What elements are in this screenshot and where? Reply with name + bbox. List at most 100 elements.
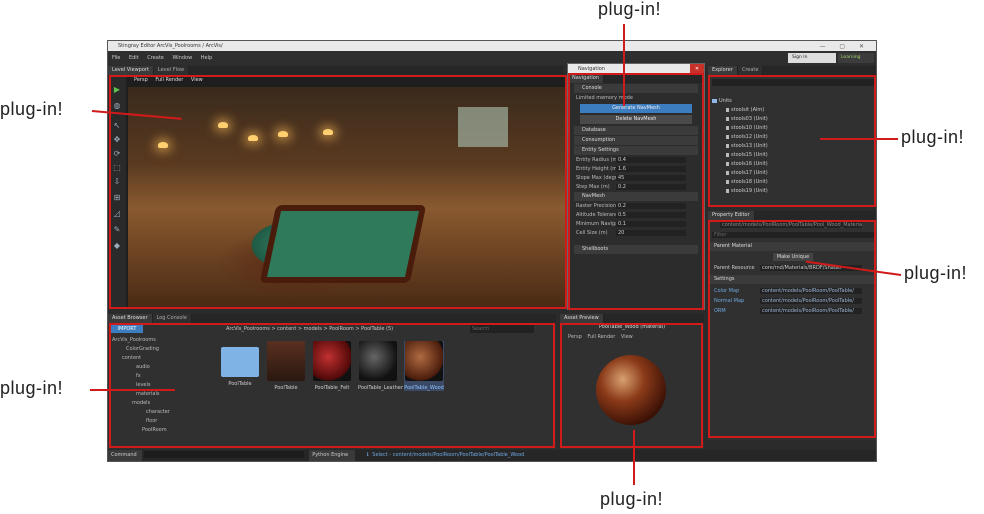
tab-level-viewport[interactable]: Level Viewport xyxy=(108,66,154,75)
tree-item[interactable]: content xyxy=(112,355,198,364)
persp-toggle[interactable]: Persp xyxy=(134,77,148,83)
tree-item[interactable]: fx xyxy=(112,373,198,382)
python-engine-dropdown[interactable]: Python Engine xyxy=(309,450,356,461)
menu-file[interactable]: File xyxy=(112,55,120,61)
tree-item[interactable]: models xyxy=(112,400,198,409)
rotate-icon[interactable]: ⟳ xyxy=(112,149,122,159)
section-console[interactable]: Console xyxy=(574,84,698,93)
tree-item[interactable]: stools19 (Unit) xyxy=(712,187,874,196)
tab-level-flow[interactable]: Level Flow xyxy=(153,66,190,75)
field-value[interactable]: 0.2 xyxy=(616,203,686,209)
learning-button[interactable]: Learning xyxy=(838,53,874,63)
play-icon[interactable]: ▶ xyxy=(112,85,122,95)
asset-item[interactable]: PoolTable_Felt xyxy=(312,341,352,391)
orm-value[interactable]: content/models/PoolRoom/PoolTable/ xyxy=(760,308,862,314)
view-menu[interactable]: View xyxy=(621,334,633,340)
explorer-filter[interactable] xyxy=(712,79,874,86)
gamepad-icon[interactable]: ◍ xyxy=(112,101,122,111)
asset-item[interactable]: PoolTable_Leather xyxy=(358,341,403,391)
property-filter[interactable]: Filter xyxy=(708,230,876,240)
menu-create[interactable]: Create xyxy=(147,55,164,61)
tab-property-editor[interactable]: Property Editor xyxy=(708,211,755,220)
color-map-value[interactable]: content/models/PoolRoom/PoolTable/ xyxy=(760,288,862,294)
section-navmesh[interactable]: NavMesh xyxy=(574,192,698,201)
tree-item[interactable]: stoolsit (Alm) xyxy=(712,106,874,115)
navigation-tabs: Navigation xyxy=(568,74,704,83)
generate-navmesh-button[interactable]: Generate NavMesh xyxy=(580,104,692,113)
command-dropdown[interactable]: Command xyxy=(108,450,142,461)
paint-icon[interactable]: ◆ xyxy=(112,241,122,251)
command-input[interactable] xyxy=(143,451,304,458)
tree-item[interactable]: audio xyxy=(112,364,198,373)
tree-item[interactable]: materials xyxy=(112,391,198,400)
full-render-toggle[interactable]: Full Render xyxy=(155,77,183,83)
normal-map-value[interactable]: content/models/PoolRoom/PoolTable/ xyxy=(760,298,862,304)
field-value[interactable]: 0.2 xyxy=(616,184,686,190)
tree-item[interactable]: PoolRoom xyxy=(112,427,198,436)
full-render-toggle[interactable]: Full Render xyxy=(587,334,615,340)
tree-item[interactable]: ColorGrading xyxy=(112,346,198,355)
status-bar: Command Python Engine ℹ Select - content… xyxy=(108,450,876,461)
tree-item[interactable]: stools17 (Unit) xyxy=(712,169,874,178)
tree-item[interactable]: stools18 (Unit) xyxy=(712,178,874,187)
persp-toggle[interactable]: Persp xyxy=(568,334,582,340)
tree-item[interactable]: stools13 (Unit) xyxy=(712,142,874,151)
unit-icon xyxy=(726,161,729,166)
tab-create[interactable]: Create xyxy=(737,66,764,75)
slope-max-field: Slope Max (degrees) 45 xyxy=(576,174,696,182)
scale-icon[interactable]: ⬚ xyxy=(112,163,122,173)
section-settings[interactable]: Settings xyxy=(708,275,876,284)
asset-item[interactable]: PoolTable xyxy=(266,341,306,391)
section-database[interactable]: Database xyxy=(574,126,698,135)
section-consumption[interactable]: Consumption xyxy=(574,136,698,145)
move-icon[interactable]: ✥ xyxy=(112,135,122,145)
field-label: Entity Radius (m) xyxy=(576,157,620,163)
scene-render[interactable] xyxy=(128,87,566,307)
delete-navmesh-button[interactable]: Delete NavMesh xyxy=(580,115,692,124)
tree-item[interactable]: stools10 (Unit) xyxy=(712,124,874,133)
section-shellboots[interactable]: Shellboots xyxy=(574,245,698,254)
field-value[interactable]: 20 xyxy=(616,230,686,236)
tree-root[interactable]: Units xyxy=(712,97,874,106)
tab-explorer[interactable]: Explorer xyxy=(708,66,738,75)
view-menu[interactable]: View xyxy=(191,77,203,83)
tree-item[interactable]: stools16 (Unit) xyxy=(712,160,874,169)
unit-icon xyxy=(726,188,729,193)
breadcrumb[interactable]: ArcVis_Poolrooms > content > models > Po… xyxy=(226,326,393,332)
menu-help[interactable]: Help xyxy=(201,55,212,61)
property-filter-input[interactable]: Filter xyxy=(712,232,874,238)
tree-item[interactable]: ArcVis_Poolrooms xyxy=(112,337,198,346)
material-sphere[interactable] xyxy=(596,355,666,425)
tab-log-console[interactable]: Log Console xyxy=(152,314,192,323)
section-parent-material[interactable]: Parent Material xyxy=(708,242,876,251)
asset-folder[interactable]: PoolTable xyxy=(220,341,260,387)
asset-item-selected[interactable]: PoolTable_Wood xyxy=(404,341,444,391)
menu-window[interactable]: Window xyxy=(172,55,192,61)
tab-navigation[interactable]: Navigation xyxy=(568,74,604,83)
asset-search-input[interactable]: Search xyxy=(470,325,534,333)
tab-asset-preview[interactable]: Asset Preview xyxy=(560,314,604,323)
select-icon[interactable]: ↖ xyxy=(112,121,122,131)
field-value[interactable]: 1.6 xyxy=(616,166,686,172)
menu-edit[interactable]: Edit xyxy=(129,55,139,61)
tree-item[interactable]: floor xyxy=(112,418,198,427)
snap-icon[interactable]: ⊞ xyxy=(112,193,122,203)
level-viewport[interactable]: ▶ ◍ ↖ ✥ ⟳ ⬚ ⇩ ⊞ ◿ ✎ ◆ Persp Full Render … xyxy=(108,75,568,309)
limited-memory-toggle[interactable]: Limited memory mode xyxy=(576,94,696,102)
unit-icon xyxy=(726,152,729,157)
import-button[interactable]: IMPORT xyxy=(111,325,143,333)
tree-item[interactable]: stools15 (Unit) xyxy=(712,151,874,160)
sign-in-button[interactable]: Sign In xyxy=(788,53,836,63)
place-icon[interactable]: ⇩ xyxy=(112,177,122,187)
field-value[interactable]: 45 xyxy=(616,175,686,181)
ruler-icon[interactable]: ◿ xyxy=(112,209,122,219)
field-value[interactable]: 0.4 xyxy=(616,157,686,163)
field-value[interactable]: 0.1 xyxy=(616,221,686,227)
close-icon[interactable]: ✕ xyxy=(690,64,704,74)
tree-item[interactable]: stools03 (Unit) xyxy=(712,115,874,124)
tab-asset-browser[interactable]: Asset Browser xyxy=(108,314,153,323)
tree-item[interactable]: character xyxy=(112,409,198,418)
field-value[interactable]: 0.5 xyxy=(616,212,686,218)
brush-icon[interactable]: ✎ xyxy=(112,225,122,235)
section-entity-settings[interactable]: Entity Settings xyxy=(574,146,698,155)
